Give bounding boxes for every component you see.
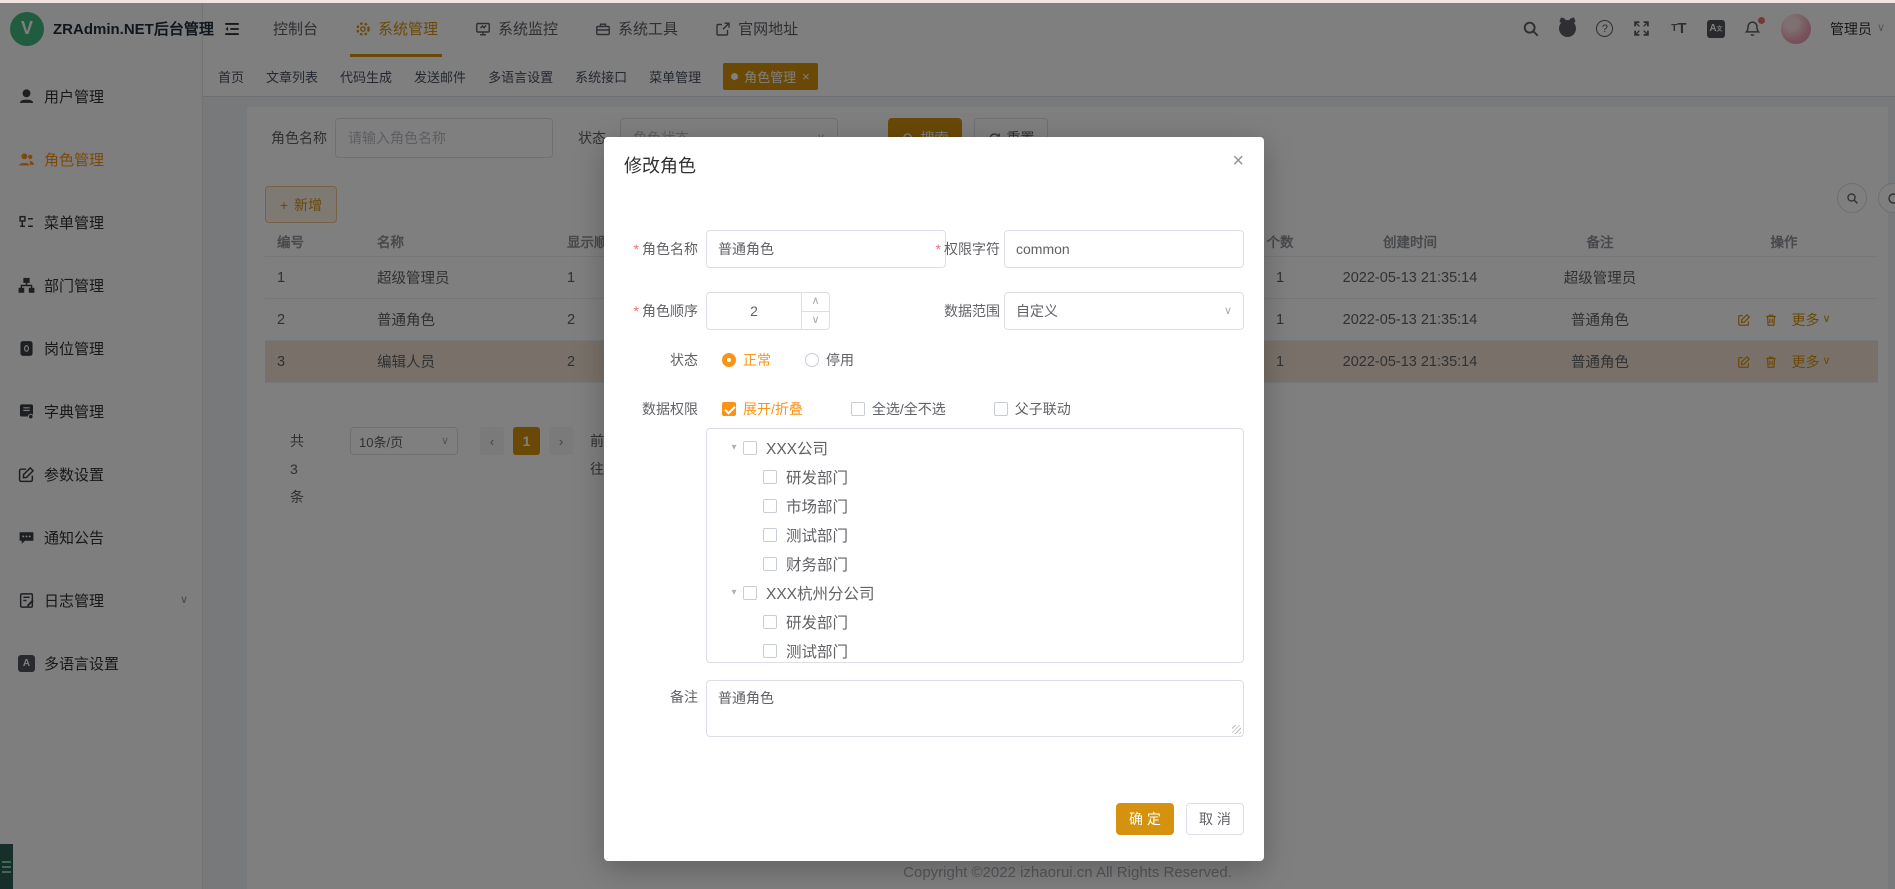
perm-checkbox-group: 展开/折叠 全选/全不选 父子联动: [722, 391, 1071, 427]
tree-node-label: 测试部门: [786, 524, 848, 546]
textarea-resize-grip[interactable]: [1232, 725, 1241, 734]
tree-node[interactable]: 研发部门: [707, 462, 1243, 491]
edit-role-dialog: 修改角色 *角色名称 *权限字符 *角色顺序 2 数据范围 自定义 状态: [604, 137, 1264, 861]
remark-label: 备注: [604, 687, 698, 707]
role-name-label: *角色名称: [604, 230, 698, 268]
role-sort-stepper: 2: [706, 292, 830, 330]
radio-normal[interactable]: [722, 353, 736, 367]
department-tree: XXX公司 研发部门 市场部门 测试部门 财务部门: [706, 428, 1244, 663]
remark-textarea[interactable]: 普通角色: [706, 680, 1244, 737]
required-asterisk: *: [936, 241, 941, 257]
tree-caret-icon[interactable]: [725, 587, 743, 598]
tree-checkbox[interactable]: [743, 441, 757, 455]
top-strip: [0, 0, 1895, 3]
role-key-input[interactable]: [1016, 231, 1232, 267]
chevron-down-icon: [1224, 306, 1232, 317]
tree-node-label: 研发部门: [786, 611, 848, 633]
cancel-button[interactable]: 取 消: [1186, 803, 1244, 835]
checkbox-expand[interactable]: [722, 402, 736, 416]
tree-node-label: 测试部门: [786, 640, 848, 662]
tree-node[interactable]: 市场部门: [707, 491, 1243, 520]
tree-node-label: XXX杭州分公司: [766, 582, 875, 604]
checkbox-linkage-label: 父子联动: [1015, 399, 1071, 419]
tree-node[interactable]: XXX公司: [707, 433, 1243, 462]
checkbox-select-all-label: 全选/全不选: [872, 399, 946, 419]
tree-checkbox[interactable]: [743, 586, 757, 600]
stepper-up-icon[interactable]: [802, 293, 829, 312]
tree-node[interactable]: XXX杭州分公司: [707, 578, 1243, 607]
dialog-title: 修改角色: [624, 152, 696, 178]
required-asterisk: *: [634, 303, 639, 319]
tree-node[interactable]: 测试部门: [707, 520, 1243, 549]
tree-node[interactable]: 研发部门: [707, 607, 1243, 636]
stepper-down-icon[interactable]: [802, 312, 829, 330]
tree-checkbox[interactable]: [763, 615, 777, 629]
tree-node[interactable]: 财务部门: [707, 549, 1243, 578]
confirm-button[interactable]: 确 定: [1116, 803, 1174, 835]
checkbox-select-all[interactable]: [851, 402, 865, 416]
role-key-label: *权限字符: [904, 230, 1000, 268]
role-key-input-wrap: [1004, 230, 1244, 268]
tree-checkbox[interactable]: [763, 470, 777, 484]
tree-node[interactable]: 测试部门: [707, 636, 1243, 663]
tree-node-label: 市场部门: [786, 495, 848, 517]
role-sort-label: *角色顺序: [604, 292, 698, 330]
tree-node-label: XXX公司: [766, 437, 828, 459]
tree-checkbox[interactable]: [763, 644, 777, 658]
data-scope-select[interactable]: 自定义: [1004, 292, 1244, 330]
radio-disabled[interactable]: [805, 353, 819, 367]
role-name-input[interactable]: [718, 231, 934, 267]
tree-checkbox[interactable]: [763, 557, 777, 571]
tree-node-label: 研发部门: [786, 466, 848, 488]
radio-disabled-label: 停用: [826, 350, 854, 370]
status-radio-group: 正常 停用: [722, 342, 854, 378]
checkbox-linkage[interactable]: [994, 402, 1008, 416]
close-icon[interactable]: [1232, 151, 1244, 171]
data-perm-label: 数据权限: [604, 391, 698, 427]
tree-caret-icon[interactable]: [725, 442, 743, 453]
tree-checkbox[interactable]: [763, 499, 777, 513]
data-scope-label: 数据范围: [904, 292, 1000, 330]
data-scope-value: 自定义: [1016, 293, 1058, 329]
checkbox-expand-label: 展开/折叠: [743, 399, 803, 419]
tree-checkbox[interactable]: [763, 528, 777, 542]
app-screen: V ZRAdmin.NET后台管理 用户管理 角色管理 菜单管理 部门管理: [0, 0, 1895, 889]
required-asterisk: *: [634, 241, 639, 257]
radio-normal-label: 正常: [743, 350, 771, 370]
status-label: 状态: [604, 342, 698, 378]
tree-node-label: 财务部门: [786, 553, 848, 575]
role-sort-value[interactable]: 2: [707, 293, 801, 329]
